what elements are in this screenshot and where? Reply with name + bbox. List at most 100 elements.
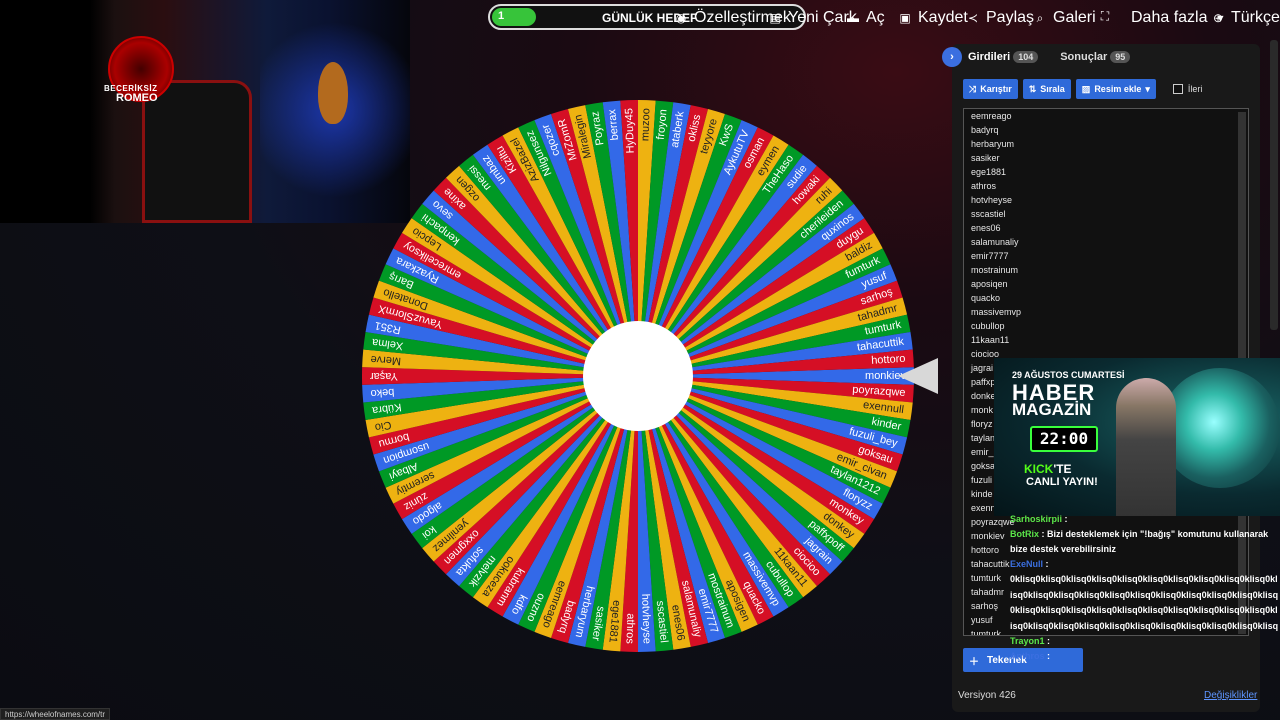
chat-text: 0klisq0klisq0klisq0klisq0klisq0klisq0kli… bbox=[1010, 574, 1279, 631]
wheel-center[interactable] bbox=[583, 321, 693, 431]
entry-line: aposiqen bbox=[971, 279, 1008, 289]
entry-line: eemreago bbox=[971, 111, 1012, 121]
wheel-slice-label: HyDuy45 bbox=[623, 108, 636, 154]
entry-line: 11kaan11 bbox=[971, 335, 1010, 345]
news-kick: KICK'TE bbox=[1024, 462, 1072, 476]
chat-username: Trayon1 bbox=[1010, 636, 1045, 646]
save-button[interactable]: ▣ Kaydet bbox=[898, 9, 968, 27]
new-wheel-button[interactable]: ▤ Yeni Çark bbox=[768, 9, 856, 27]
chat-message: ExeNull : bbox=[1010, 559, 1049, 569]
shuffle-label: Karıştır bbox=[980, 84, 1012, 94]
folder-icon: ▬ bbox=[847, 11, 859, 25]
fullscreen-button[interactable]: ⛶ bbox=[1098, 9, 1112, 23]
wheel-slice-label: Merve bbox=[370, 353, 401, 367]
globe-graphic bbox=[1160, 368, 1280, 488]
guitar bbox=[318, 62, 348, 124]
wheel-pointer bbox=[898, 358, 938, 394]
entry-line: badyrq bbox=[971, 125, 999, 135]
news-title2: MAGAZİN bbox=[1012, 400, 1092, 419]
sort-icon: ⇅ bbox=[1028, 83, 1037, 94]
globe-icon: ⊕ bbox=[1212, 11, 1224, 25]
file-icon: ▤ bbox=[769, 11, 781, 25]
add-image-label: Resim ekle bbox=[1094, 84, 1142, 94]
image-icon: ▨ bbox=[1081, 83, 1091, 94]
plus-icon: ＋ bbox=[969, 656, 979, 668]
wheel-slice-label: hotvheyse bbox=[639, 594, 653, 645]
chat-message: BotRix : Bizi desteklemek için "!bağış" … bbox=[1010, 527, 1280, 557]
gaming-chair bbox=[142, 80, 252, 223]
search-icon: ⌕ bbox=[1036, 10, 1044, 25]
version-label: Versiyon 426 bbox=[958, 690, 1016, 701]
entry-line: sscastiel bbox=[971, 209, 1006, 219]
entry-line: sasiker bbox=[971, 153, 1000, 163]
save-label: Kaydet bbox=[918, 9, 968, 26]
entry-line: emir7777 bbox=[971, 251, 1009, 261]
chevron-down-icon: ▾ bbox=[1145, 83, 1150, 94]
news-overlay: 29 AĞUSTOS CUMARTESİ HABER MAGAZİN 22:00… bbox=[994, 358, 1280, 516]
palette-icon: ◉ bbox=[675, 11, 687, 25]
chat-username: BotRix bbox=[1010, 529, 1039, 539]
entry-actions: ⤨ Karıştır ⇅ Sırala ▨ Resim ekle ▾ İleri bbox=[963, 79, 1202, 99]
entry-line: athros bbox=[971, 181, 997, 191]
chat-message: Anthros : bbox=[1010, 649, 1280, 664]
webcam-overlay: BECERİKSİZ ROMEO bbox=[0, 0, 410, 223]
tab-entries[interactable]: Girdileri 104 bbox=[968, 51, 1039, 63]
wheel-slice-label: Yaşar bbox=[370, 370, 398, 382]
add-image-button[interactable]: ▨ Resim ekle ▾ bbox=[1075, 79, 1156, 99]
language-label: Türkçe bbox=[1231, 9, 1280, 26]
chat-username: Sarhoskirpii bbox=[1010, 514, 1063, 524]
changes-link[interactable]: Değişiklikler bbox=[1204, 690, 1257, 701]
chat-text: : bbox=[1047, 651, 1051, 661]
fullscreen-icon: ⛶ bbox=[1100, 8, 1110, 23]
wheel-slice-label: athros bbox=[623, 613, 636, 644]
sort-label: Sırala bbox=[1040, 84, 1065, 94]
chat-text: : Bizi desteklemek için "!bağış" komutun… bbox=[1010, 529, 1269, 554]
chat-message: Sarhoskirpii : bbox=[1010, 512, 1280, 527]
panel-tabs: › Girdileri 104 Sonuçlar 95 bbox=[942, 46, 1131, 68]
tab-results-label: Sonuçlar bbox=[1060, 51, 1108, 63]
entry-line: quacko bbox=[971, 293, 1001, 303]
daily-goal-value: 1 bbox=[498, 10, 505, 22]
kick-brand: KICK bbox=[1024, 462, 1054, 476]
chat-overlay: Sarhoskirpii : BotRix : Bizi desteklemek… bbox=[1010, 512, 1280, 664]
news-date: 29 AĞUSTOS CUMARTESİ bbox=[1012, 370, 1125, 380]
chat-message: Trayon1 : bbox=[1010, 634, 1280, 649]
open-button[interactable]: ▬ Aç bbox=[846, 9, 885, 27]
gallery-label: Galeri bbox=[1053, 9, 1096, 26]
gallery-button[interactable]: ⌕ Galeri bbox=[1033, 9, 1096, 27]
wheel-slice-label: beko bbox=[370, 386, 395, 400]
news-live: CANLI YAYIN! bbox=[1026, 476, 1098, 488]
entry-line: ege1881 bbox=[971, 167, 1007, 177]
chat-username: ExeNull bbox=[1010, 559, 1044, 569]
entry-line: salamunaliy bbox=[971, 237, 1019, 247]
shuffle-button[interactable]: ⤨ Karıştır bbox=[963, 79, 1018, 99]
streamer-logo-line2: ROMEO bbox=[116, 92, 158, 104]
tab-entries-label: Girdileri bbox=[968, 51, 1011, 63]
open-label: Aç bbox=[866, 9, 885, 26]
chat-username: Anthros bbox=[1010, 651, 1045, 661]
entry-line: mostrainum bbox=[971, 265, 1019, 275]
entry-line: cubullop bbox=[971, 321, 1005, 331]
news-time: 22:00 bbox=[1030, 426, 1098, 452]
status-url: https://wheelofnames.com/tr bbox=[0, 708, 111, 720]
sort-button[interactable]: ⇅ Sırala bbox=[1022, 79, 1071, 99]
shuffle-icon: ⤨ bbox=[969, 83, 977, 94]
page-scrollbar[interactable] bbox=[1270, 40, 1278, 330]
collapse-panel-icon[interactable]: › bbox=[942, 47, 962, 67]
share-icon: ≺ bbox=[967, 11, 979, 25]
presenter-graphic bbox=[1116, 378, 1176, 516]
entry-line: enes06 bbox=[971, 223, 1001, 233]
entry-line: herbaryum bbox=[971, 139, 1015, 149]
advanced-checkbox[interactable] bbox=[1172, 84, 1183, 94]
chat-text: : bbox=[1047, 636, 1051, 646]
entry-line: hotvheyse bbox=[971, 195, 1013, 205]
more-label: Daha fazla bbox=[1131, 9, 1208, 26]
language-button[interactable]: ⊕ Türkçe bbox=[1211, 9, 1280, 27]
tab-results[interactable]: Sonuçlar 95 bbox=[1060, 51, 1131, 63]
kick-suffix: 'TE bbox=[1053, 462, 1072, 476]
share-button[interactable]: ≺ Paylaş bbox=[966, 9, 1034, 27]
results-count: 95 bbox=[1110, 51, 1131, 63]
advanced-label: İleri bbox=[1187, 84, 1203, 94]
wheel[interactable]: monkievpoyrazqweexennullkinderfuzuli_bey… bbox=[360, 98, 916, 654]
entries-count: 104 bbox=[1013, 51, 1039, 63]
